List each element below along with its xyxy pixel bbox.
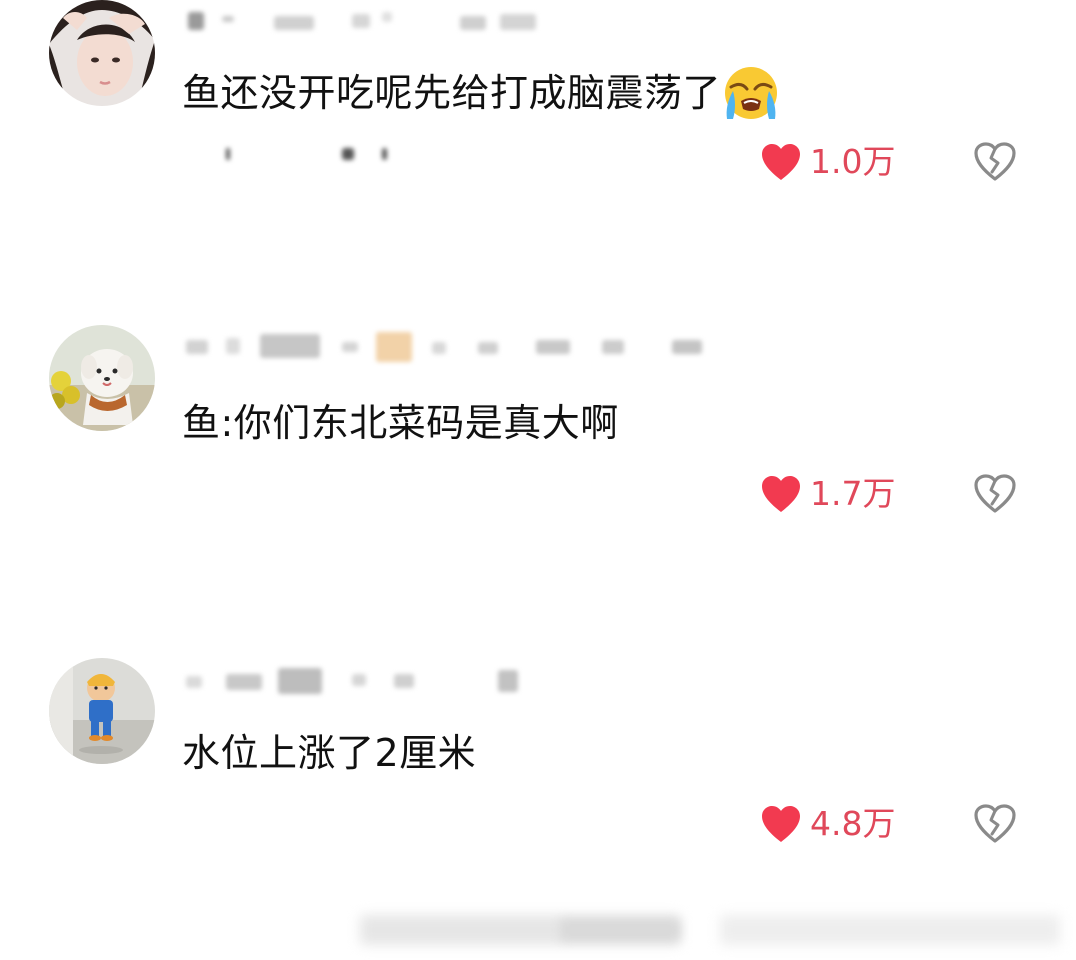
- comment-item: 鱼:你们东北菜码是真大啊 1.7万: [0, 322, 1076, 552]
- dislike-button[interactable]: [973, 803, 1017, 845]
- heart-icon: [762, 476, 800, 512]
- crying-face-emoji-icon: [723, 65, 779, 121]
- heart-icon: [762, 806, 800, 842]
- comment-text: 鱼还没开吃呢先给打成脑震荡了: [182, 66, 779, 121]
- like-count: 1.7万: [810, 474, 896, 513]
- comment-text: 水位上涨了2厘米: [182, 730, 476, 776]
- like-button[interactable]: 4.8万: [760, 802, 895, 846]
- dislike-button[interactable]: [973, 473, 1017, 515]
- avatar[interactable]: [49, 658, 155, 764]
- like-button[interactable]: 1.0万: [760, 140, 895, 184]
- broken-heart-icon: [974, 804, 1016, 843]
- avatar[interactable]: [49, 325, 155, 431]
- watermark-blurred: [360, 905, 1070, 955]
- like-button[interactable]: 1.7万: [760, 472, 895, 516]
- like-count: 4.8万: [810, 804, 896, 843]
- comment-meta-blurred: [182, 146, 782, 166]
- username-blurred[interactable]: [182, 8, 722, 34]
- username-blurred[interactable]: [182, 666, 722, 694]
- broken-heart-icon: [974, 474, 1016, 513]
- heart-icon: [762, 144, 800, 180]
- username-blurred[interactable]: [182, 332, 722, 362]
- comment-text-content: 鱼还没开吃呢先给打成脑震荡了: [182, 71, 722, 115]
- like-count: 1.0万: [810, 142, 896, 181]
- comment-text-content: 鱼:你们东北菜码是真大啊: [182, 401, 619, 445]
- dislike-button[interactable]: [973, 141, 1017, 183]
- comment-item: 水位上涨了2厘米 4.8万: [0, 656, 1076, 886]
- comment-item: 鱼还没开吃呢先给打成脑震荡了 1.0万: [0, 0, 1076, 230]
- avatar[interactable]: [49, 0, 155, 106]
- comment-text-content: 水位上涨了2厘米: [182, 731, 477, 775]
- broken-heart-icon: [974, 142, 1016, 181]
- comment-text: 鱼:你们东北菜码是真大啊: [182, 400, 619, 446]
